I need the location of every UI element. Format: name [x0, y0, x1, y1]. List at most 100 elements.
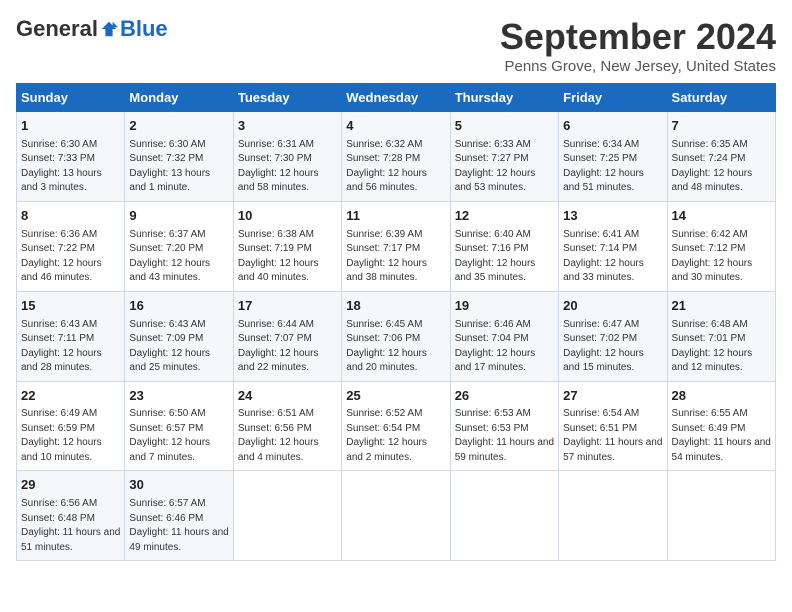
calendar-cell: 29Sunrise: 6:56 AMSunset: 6:48 PMDayligh…	[17, 471, 125, 561]
day-number: 3	[238, 117, 337, 136]
day-info: Sunrise: 6:48 AMSunset: 7:01 PMDaylight:…	[672, 318, 771, 376]
calendar-table: SundayMondayTuesdayWednesdayThursdayFrid…	[16, 83, 776, 561]
calendar-week-4: 22Sunrise: 6:49 AMSunset: 6:59 PMDayligh…	[17, 381, 776, 471]
day-number: 22	[21, 387, 120, 406]
calendar-cell	[450, 471, 558, 561]
calendar-cell: 5 Sunrise: 6:33 AMSunset: 7:27 PMDaylight…	[450, 112, 558, 202]
day-number: 14	[672, 207, 771, 226]
day-info: Sunrise: 6:50 AMSunset: 6:57 PMDaylight:…	[129, 407, 228, 465]
day-info: Sunrise: 6:35 AMSunset: 7:24 PMDaylight:…	[672, 138, 771, 196]
weekday-header-monday: Monday	[125, 84, 233, 112]
day-number: 17	[238, 297, 337, 316]
title-section: September 2024 Penns Grove, New Jersey, …	[500, 16, 776, 75]
weekday-header-row: SundayMondayTuesdayWednesdayThursdayFrid…	[17, 84, 776, 112]
day-info: Sunrise: 6:46 AMSunset: 7:04 PMDaylight:…	[455, 318, 554, 376]
calendar-cell: 11 Sunrise: 6:39 AMSunset: 7:17 PMDayligh…	[342, 201, 450, 291]
day-info: Sunrise: 6:53 AMSunset: 6:53 PMDaylight:…	[455, 407, 554, 465]
calendar-cell	[342, 471, 450, 561]
calendar-cell: 14 Sunrise: 6:42 AMSunset: 7:12 PMDayligh…	[667, 201, 775, 291]
day-info: Sunrise: 6:38 AMSunset: 7:19 PMDaylight:…	[238, 228, 337, 286]
day-info: Sunrise: 6:47 AMSunset: 7:02 PMDaylight:…	[563, 318, 662, 376]
calendar-week-2: 8 Sunrise: 6:36 AMSunset: 7:22 PMDaylight…	[17, 201, 776, 291]
calendar-cell	[233, 471, 341, 561]
weekday-header-tuesday: Tuesday	[233, 84, 341, 112]
day-number: 1	[21, 117, 120, 136]
location-subtitle: Penns Grove, New Jersey, United States	[500, 58, 776, 75]
day-number: 15	[21, 297, 120, 316]
day-number: 27	[563, 387, 662, 406]
day-info: Sunrise: 6:36 AMSunset: 7:22 PMDaylight:…	[21, 228, 120, 286]
day-number: 29	[21, 476, 120, 495]
day-number: 18	[346, 297, 445, 316]
logo: General Blue	[16, 16, 168, 42]
calendar-cell	[559, 471, 667, 561]
day-info: Sunrise: 6:43 AMSunset: 7:09 PMDaylight:…	[129, 318, 228, 376]
calendar-cell: 24Sunrise: 6:51 AMSunset: 6:56 PMDayligh…	[233, 381, 341, 471]
day-info: Sunrise: 6:42 AMSunset: 7:12 PMDaylight:…	[672, 228, 771, 286]
weekday-header-thursday: Thursday	[450, 84, 558, 112]
day-info: Sunrise: 6:51 AMSunset: 6:56 PMDaylight:…	[238, 407, 337, 465]
day-number: 28	[672, 387, 771, 406]
day-info: Sunrise: 6:45 AMSunset: 7:06 PMDaylight:…	[346, 318, 445, 376]
day-number: 25	[346, 387, 445, 406]
day-number: 9	[129, 207, 228, 226]
day-info: Sunrise: 6:55 AMSunset: 6:49 PMDaylight:…	[672, 407, 771, 465]
day-number: 12	[455, 207, 554, 226]
calendar-cell: 23Sunrise: 6:50 AMSunset: 6:57 PMDayligh…	[125, 381, 233, 471]
calendar-cell: 18 Sunrise: 6:45 AMSunset: 7:06 PMDayligh…	[342, 291, 450, 381]
day-info: Sunrise: 6:37 AMSunset: 7:20 PMDaylight:…	[129, 228, 228, 286]
calendar-cell: 25Sunrise: 6:52 AMSunset: 6:54 PMDayligh…	[342, 381, 450, 471]
day-info: Sunrise: 6:30 AMSunset: 7:32 PMDaylight:…	[129, 138, 228, 196]
day-info: Sunrise: 6:43 AMSunset: 7:11 PMDaylight:…	[21, 318, 120, 376]
calendar-cell: 15 Sunrise: 6:43 AMSunset: 7:11 PMDayligh…	[17, 291, 125, 381]
day-info: Sunrise: 6:44 AMSunset: 7:07 PMDaylight:…	[238, 318, 337, 376]
calendar-cell: 3 Sunrise: 6:31 AMSunset: 7:30 PMDaylight…	[233, 112, 341, 202]
weekday-header-wednesday: Wednesday	[342, 84, 450, 112]
day-info: Sunrise: 6:31 AMSunset: 7:30 PMDaylight:…	[238, 138, 337, 196]
calendar-cell: 16 Sunrise: 6:43 AMSunset: 7:09 PMDayligh…	[125, 291, 233, 381]
calendar-week-1: 1 Sunrise: 6:30 AMSunset: 7:33 PMDaylight…	[17, 112, 776, 202]
calendar-cell	[667, 471, 775, 561]
calendar-week-5: 29Sunrise: 6:56 AMSunset: 6:48 PMDayligh…	[17, 471, 776, 561]
day-number: 5	[455, 117, 554, 136]
weekday-header-sunday: Sunday	[17, 84, 125, 112]
day-info: Sunrise: 6:33 AMSunset: 7:27 PMDaylight:…	[455, 138, 554, 196]
day-number: 20	[563, 297, 662, 316]
calendar-cell: 26Sunrise: 6:53 AMSunset: 6:53 PMDayligh…	[450, 381, 558, 471]
calendar-cell: 8 Sunrise: 6:36 AMSunset: 7:22 PMDaylight…	[17, 201, 125, 291]
logo-general: General	[16, 16, 98, 42]
logo-icon	[100, 20, 118, 38]
day-number: 10	[238, 207, 337, 226]
day-info: Sunrise: 6:57 AMSunset: 6:46 PMDaylight:…	[129, 497, 228, 555]
day-number: 7	[672, 117, 771, 136]
day-info: Sunrise: 6:30 AMSunset: 7:33 PMDaylight:…	[21, 138, 120, 196]
day-info: Sunrise: 6:52 AMSunset: 6:54 PMDaylight:…	[346, 407, 445, 465]
calendar-cell: 20 Sunrise: 6:47 AMSunset: 7:02 PMDayligh…	[559, 291, 667, 381]
calendar-cell: 10 Sunrise: 6:38 AMSunset: 7:19 PMDayligh…	[233, 201, 341, 291]
calendar-cell: 19Sunrise: 6:46 AMSunset: 7:04 PMDayligh…	[450, 291, 558, 381]
day-number: 6	[563, 117, 662, 136]
day-number: 8	[21, 207, 120, 226]
day-info: Sunrise: 6:39 AMSunset: 7:17 PMDaylight:…	[346, 228, 445, 286]
day-number: 24	[238, 387, 337, 406]
calendar-cell: 6 Sunrise: 6:34 AMSunset: 7:25 PMDaylight…	[559, 112, 667, 202]
calendar-cell: 2 Sunrise: 6:30 AMSunset: 7:32 PMDaylight…	[125, 112, 233, 202]
logo-blue: Blue	[120, 16, 168, 42]
calendar-cell: 9 Sunrise: 6:37 AMSunset: 7:20 PMDaylight…	[125, 201, 233, 291]
month-title: September 2024	[500, 16, 776, 58]
day-info: Sunrise: 6:40 AMSunset: 7:16 PMDaylight:…	[455, 228, 554, 286]
day-number: 2	[129, 117, 228, 136]
calendar-week-3: 15 Sunrise: 6:43 AMSunset: 7:11 PMDayligh…	[17, 291, 776, 381]
calendar-cell: 7 Sunrise: 6:35 AMSunset: 7:24 PMDaylight…	[667, 112, 775, 202]
day-number: 4	[346, 117, 445, 136]
day-info: Sunrise: 6:34 AMSunset: 7:25 PMDaylight:…	[563, 138, 662, 196]
calendar-cell: 12 Sunrise: 6:40 AMSunset: 7:16 PMDayligh…	[450, 201, 558, 291]
day-number: 30	[129, 476, 228, 495]
day-number: 16	[129, 297, 228, 316]
day-info: Sunrise: 6:32 AMSunset: 7:28 PMDaylight:…	[346, 138, 445, 196]
day-number: 11	[346, 207, 445, 226]
day-number: 21	[672, 297, 771, 316]
calendar-cell: 30 Sunrise: 6:57 AMSunset: 6:46 PMDayligh…	[125, 471, 233, 561]
calendar-cell: 28Sunrise: 6:55 AMSunset: 6:49 PMDayligh…	[667, 381, 775, 471]
calendar-cell: 13Sunrise: 6:41 AMSunset: 7:14 PMDayligh…	[559, 201, 667, 291]
